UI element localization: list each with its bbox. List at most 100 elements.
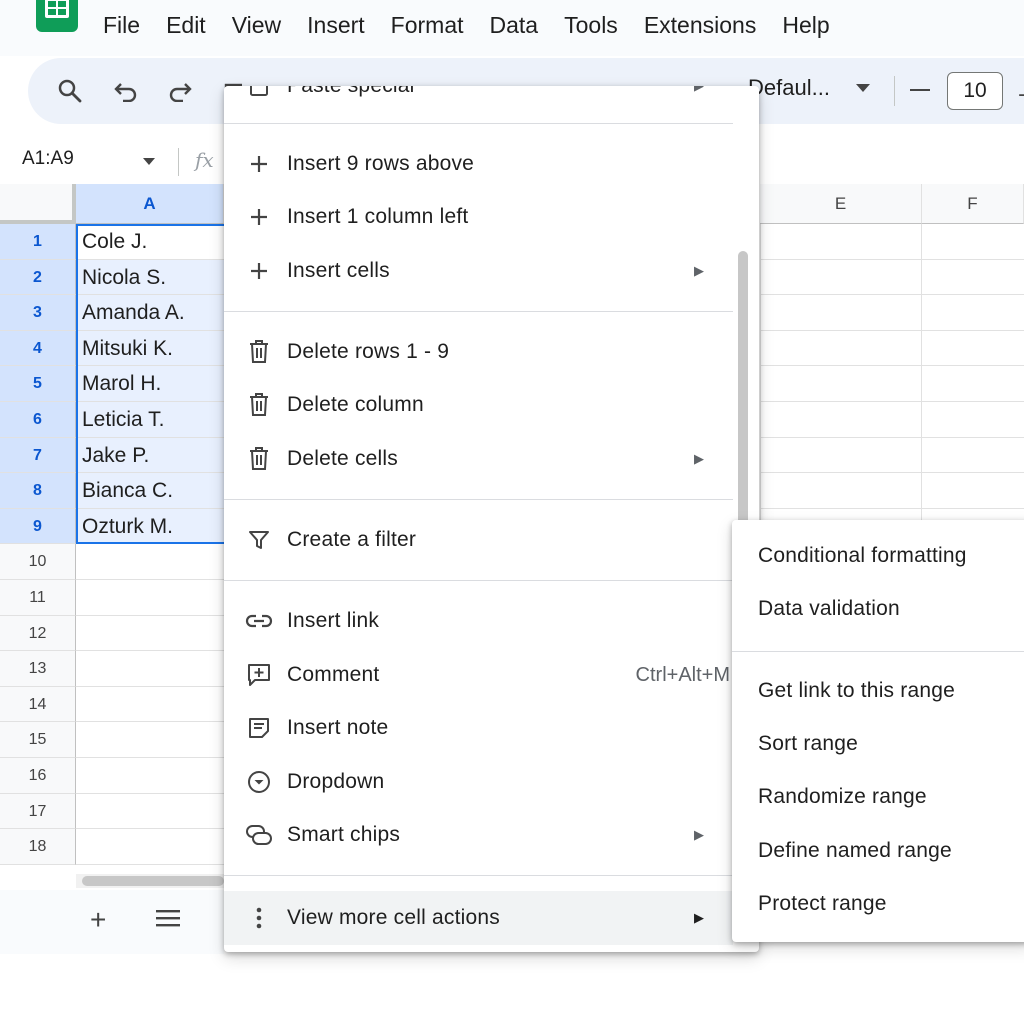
row-header[interactable]: 15 xyxy=(0,722,76,758)
menu-extensions[interactable]: Extensions xyxy=(631,8,770,42)
font-size-input[interactable]: 10 xyxy=(947,72,1003,110)
cell-f[interactable] xyxy=(922,438,1024,474)
cell-a[interactable]: Jake P. xyxy=(76,437,224,474)
name-box-dropdown-icon[interactable] xyxy=(143,158,155,165)
cell-f[interactable] xyxy=(922,331,1024,367)
row-header[interactable]: 7 xyxy=(0,437,76,474)
select-all-corner[interactable] xyxy=(0,184,76,224)
cell-e[interactable] xyxy=(760,330,922,367)
row-header[interactable]: 3 xyxy=(0,295,76,331)
menu-item-view-more-cell-actions[interactable]: View more cell actions ▶ xyxy=(224,891,733,945)
menu-edit[interactable]: Edit xyxy=(153,8,219,42)
all-sheets-icon[interactable] xyxy=(155,908,181,933)
cell-a[interactable]: Amanda A. xyxy=(76,295,224,331)
row-header[interactable]: 13 xyxy=(0,651,76,687)
cell-a[interactable]: Mitsuki K. xyxy=(76,330,224,367)
row-header[interactable]: 10 xyxy=(0,544,76,580)
row-header[interactable]: 17 xyxy=(0,793,76,830)
cell-a[interactable] xyxy=(76,722,224,758)
column-header-a[interactable]: A xyxy=(76,184,224,224)
menu-item-insert-link[interactable]: Insert link xyxy=(224,596,733,646)
row-header[interactable]: 18 xyxy=(0,829,76,865)
cell-a[interactable] xyxy=(76,616,224,652)
menu-insert[interactable]: Insert xyxy=(294,8,378,42)
menu-item-delete-cells[interactable]: Delete cells ▶ xyxy=(224,434,733,484)
cell-a[interactable]: Leticia T. xyxy=(76,402,224,438)
menu-item-conditional-formatting[interactable]: Conditional formatting xyxy=(758,544,967,568)
menu-item-get-link[interactable]: Get link to this range xyxy=(758,679,955,703)
cell-e[interactable] xyxy=(760,366,922,402)
cell-e[interactable] xyxy=(760,224,922,260)
cell-a[interactable] xyxy=(76,580,224,616)
row-header[interactable]: 14 xyxy=(0,686,76,723)
row-header[interactable]: 4 xyxy=(0,330,76,367)
menu-item-define-named-range[interactable]: Define named range xyxy=(758,839,952,863)
menu-item-comment[interactable]: Comment Ctrl+Alt+M xyxy=(224,650,733,700)
menu-item-insert-rows[interactable]: Insert 9 rows above xyxy=(224,139,733,189)
scrollbar-thumb[interactable] xyxy=(82,876,224,886)
cell-e[interactable] xyxy=(760,259,922,296)
menu-item-paste-special[interactable]: Paste special ▶ xyxy=(224,86,733,111)
menu-tools[interactable]: Tools xyxy=(551,8,631,42)
column-header-e[interactable]: E xyxy=(760,184,922,224)
row-header[interactable]: 2 xyxy=(0,259,76,296)
undo-icon[interactable] xyxy=(108,73,144,109)
cell-f[interactable] xyxy=(922,366,1024,402)
menu-item-randomize-range[interactable]: Randomize range xyxy=(758,785,927,809)
cell-e[interactable] xyxy=(760,295,922,331)
menu-item-data-validation[interactable]: Data validation xyxy=(758,597,900,621)
column-header-f[interactable]: F xyxy=(922,184,1024,224)
horizontal-scrollbar[interactable] xyxy=(76,874,224,888)
decrease-font-size-icon[interactable] xyxy=(910,89,930,91)
name-box[interactable]: A1:A9 xyxy=(22,148,74,170)
search-menus-icon[interactable] xyxy=(52,73,88,109)
menu-item-insert-cells[interactable]: Insert cells ▶ xyxy=(224,246,733,296)
redo-icon[interactable] xyxy=(162,73,198,109)
cell-a[interactable] xyxy=(76,651,224,687)
menu-item-dropdown[interactable]: Dropdown xyxy=(224,757,733,807)
cell-f[interactable] xyxy=(922,260,1024,296)
cell-a[interactable]: Bianca C. xyxy=(76,473,224,509)
cell-a[interactable]: Nicola S. xyxy=(76,259,224,296)
cell-a[interactable] xyxy=(76,758,224,794)
cell-a[interactable] xyxy=(76,829,224,865)
menu-item-insert-note[interactable]: Insert note xyxy=(224,703,733,753)
menu-view[interactable]: View xyxy=(219,8,294,42)
row-header[interactable]: 1 xyxy=(0,224,76,260)
cell-a[interactable] xyxy=(76,687,224,723)
menu-item-sort-range[interactable]: Sort range xyxy=(758,732,858,756)
row-header[interactable]: 9 xyxy=(0,508,76,545)
add-sheet-icon[interactable]: + xyxy=(90,904,106,936)
row-header[interactable]: 12 xyxy=(0,615,76,652)
cell-a[interactable] xyxy=(76,544,224,580)
cell-a[interactable]: Marol H. xyxy=(76,366,224,402)
menu-item-delete-rows[interactable]: Delete rows 1 - 9 xyxy=(224,327,733,377)
row-header[interactable]: 8 xyxy=(0,473,76,509)
sheets-logo-icon[interactable] xyxy=(36,0,78,32)
menu-format[interactable]: Format xyxy=(378,8,477,42)
menu-item-smart-chips[interactable]: Smart chips ▶ xyxy=(224,810,733,860)
row-header[interactable]: 6 xyxy=(0,402,76,438)
cell-e[interactable] xyxy=(760,473,922,509)
font-dropdown-icon[interactable] xyxy=(856,84,870,92)
menu-item-delete-column[interactable]: Delete column xyxy=(224,380,733,430)
cell-a[interactable]: Cole J. xyxy=(76,224,224,260)
menu-item-insert-column[interactable]: Insert 1 column left xyxy=(224,192,733,242)
menu-scrollbar[interactable] xyxy=(738,251,748,526)
menu-item-protect-range[interactable]: Protect range xyxy=(758,892,887,916)
cell-f[interactable] xyxy=(922,224,1024,260)
increase-font-size-icon[interactable]: + xyxy=(1018,82,1024,110)
cell-f[interactable] xyxy=(922,295,1024,331)
row-header[interactable]: 5 xyxy=(0,366,76,402)
menu-data[interactable]: Data xyxy=(477,8,552,42)
cell-a[interactable]: Ozturk M. xyxy=(76,508,224,545)
cell-e[interactable] xyxy=(760,437,922,474)
cell-f[interactable] xyxy=(922,402,1024,438)
row-header[interactable]: 16 xyxy=(0,758,76,794)
font-family-select[interactable]: Defaul... xyxy=(748,75,830,101)
cell-f[interactable] xyxy=(922,473,1024,509)
cell-a[interactable] xyxy=(76,794,224,830)
row-header[interactable]: 11 xyxy=(0,580,76,616)
menu-file[interactable]: File xyxy=(90,8,153,42)
cell-e[interactable] xyxy=(760,402,922,438)
